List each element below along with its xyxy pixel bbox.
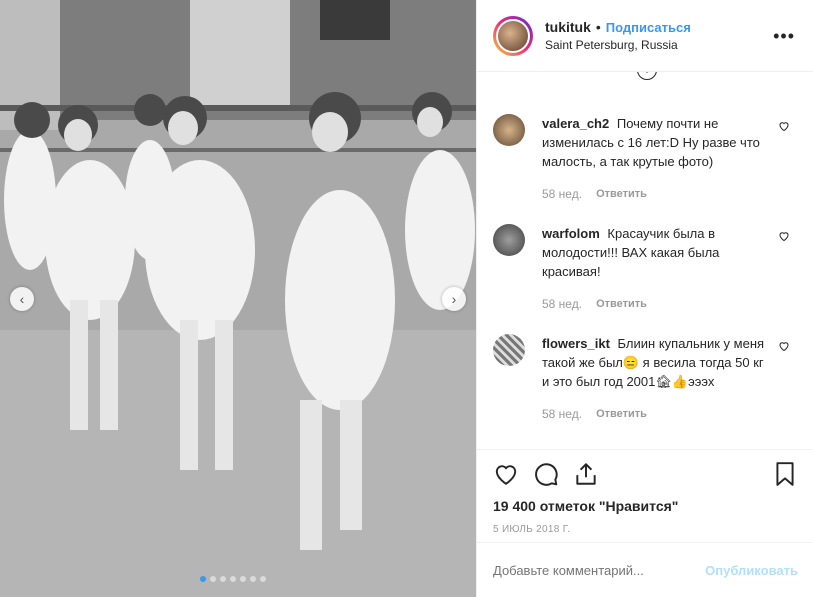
author-avatar[interactable]	[493, 15, 533, 56]
action-icons	[493, 460, 798, 488]
author-username[interactable]: tukituk	[545, 19, 591, 35]
comment-body: flowers_ikt Блиин купальник у меня такой…	[542, 334, 767, 424]
post-date[interactable]: 5 июль 2018 г.	[493, 524, 798, 535]
like-comment-heart-icon[interactable]	[778, 230, 790, 242]
like-comment-heart-icon[interactable]	[778, 120, 790, 132]
photo-illustration	[0, 0, 476, 597]
comment-item: valera_ch2 Почему почти не изменилась с …	[493, 114, 798, 204]
chevron-right-icon: ›	[451, 291, 457, 307]
carousel-prev-button[interactable]: ‹	[10, 287, 34, 311]
more-options-button[interactable]: •••	[773, 26, 795, 47]
avatar-image	[496, 18, 530, 53]
comments-list[interactable]: + valera_ch2 Почему почти не изменилась …	[477, 72, 813, 449]
comment-body: warfolom Красаучик была в молодости!!! В…	[542, 224, 767, 314]
comment-time[interactable]: 58 нед.	[542, 295, 582, 314]
bookmark-icon[interactable]	[772, 461, 798, 487]
carousel-dot[interactable]	[220, 576, 226, 582]
load-more-comments-button[interactable]: +	[637, 72, 657, 80]
comment-text-block: flowers_ikt Блиин купальник у меня такой…	[542, 334, 767, 391]
commenter-username[interactable]: valera_ch2	[542, 116, 609, 131]
comment-item: warfolom Красаучик была в молодости!!! В…	[493, 224, 798, 314]
comment-bubble-icon[interactable]	[533, 461, 559, 487]
comment-time[interactable]: 58 нед.	[542, 185, 582, 204]
separator-dot: •	[595, 19, 601, 35]
carousel-dot[interactable]	[230, 576, 236, 582]
chevron-left-icon: ‹	[19, 291, 25, 307]
plus-icon: +	[643, 72, 650, 77]
comment-meta: 58 нед. Ответить	[542, 405, 767, 424]
commenter-username[interactable]: flowers_ikt	[542, 336, 610, 351]
carousel-dot[interactable]	[240, 576, 246, 582]
commenter-username[interactable]: warfolom	[542, 226, 600, 241]
share-icon[interactable]	[573, 461, 599, 487]
like-comment-heart-icon[interactable]	[778, 340, 790, 352]
post-location[interactable]: Saint Petersburg, Russia	[545, 38, 691, 52]
comment-input[interactable]	[493, 562, 706, 578]
post-photo: ‹ ›	[0, 0, 476, 597]
post-actions: 19 400 отметок "Нравится" 5 июль 2018 г.	[477, 449, 813, 535]
commenter-avatar[interactable]	[493, 334, 525, 366]
comment-body: valera_ch2 Почему почти не изменилась с …	[542, 114, 767, 204]
follow-button[interactable]: Подписаться	[606, 20, 691, 35]
comment-meta: 58 нед. Ответить	[542, 295, 767, 314]
commenter-avatar[interactable]	[493, 224, 525, 256]
publish-button[interactable]: Опубликовать	[705, 563, 798, 578]
post-sidebar: tukituk • Подписаться Saint Petersburg, …	[476, 0, 813, 597]
header-text: tukituk • Подписаться Saint Petersburg, …	[545, 19, 691, 52]
add-comment-bar: Опубликовать	[477, 542, 813, 597]
likes-count[interactable]: 19 400 отметок "Нравится"	[493, 498, 798, 514]
carousel-dot[interactable]	[250, 576, 256, 582]
reply-button[interactable]: Ответить	[596, 405, 647, 424]
reply-button[interactable]: Ответить	[596, 185, 647, 204]
comment-item: flowers_ikt Блиин купальник у меня такой…	[493, 334, 798, 424]
comment-time[interactable]: 58 нед.	[542, 405, 582, 424]
carousel-indicator	[200, 576, 266, 582]
carousel-dot[interactable]	[200, 576, 206, 582]
carousel-dot[interactable]	[260, 576, 266, 582]
reply-button[interactable]: Ответить	[596, 295, 647, 314]
comment-meta: 58 нед. Ответить	[542, 185, 767, 204]
carousel-dot[interactable]	[210, 576, 216, 582]
more-icon: •••	[773, 26, 795, 46]
like-heart-icon[interactable]	[493, 461, 519, 487]
carousel-next-button[interactable]: ›	[442, 287, 466, 311]
post-header: tukituk • Подписаться Saint Petersburg, …	[477, 0, 813, 72]
comment-text-block: warfolom Красаучик была в молодости!!! В…	[542, 224, 767, 281]
header-top: tukituk • Подписаться	[545, 19, 691, 35]
commenter-avatar[interactable]	[493, 114, 525, 146]
comment-text-block: valera_ch2 Почему почти не изменилась с …	[542, 114, 767, 171]
